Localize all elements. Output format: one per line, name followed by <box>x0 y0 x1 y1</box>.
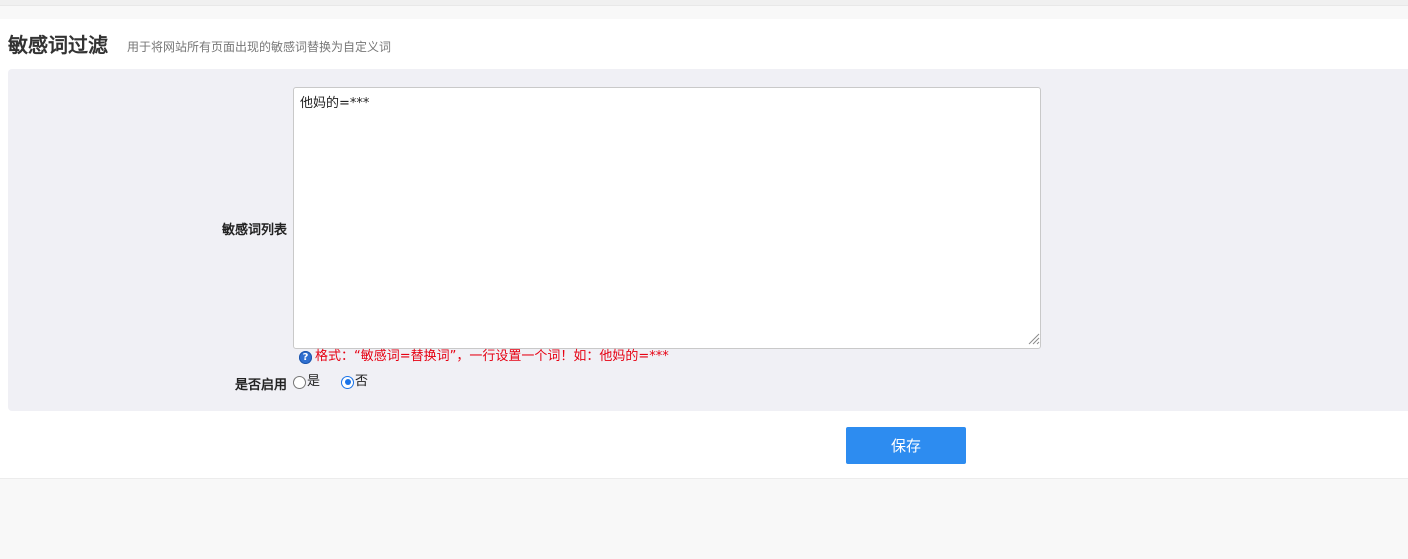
words-list-label: 敏感词列表 <box>221 223 287 238</box>
save-button[interactable]: 保存 <box>846 427 966 464</box>
top-bar <box>0 0 1408 6</box>
format-hint-text: 格式：“敏感词=替换词”，一行设置一个词！如：他妈的=*** <box>315 349 669 364</box>
radio-yes-label: 是 <box>307 374 321 389</box>
enable-label: 是否启用 <box>234 378 287 393</box>
sensitive-words-form: 敏感词列表 他妈的=*** ? 格式：“敏感词=替换词”，一行设置一个词！如：他… <box>8 69 1408 411</box>
format-hint: ? 格式：“敏感词=替换词”，一行设置一个词！如：他妈的=*** <box>299 349 669 365</box>
radio-no-label: 否 <box>355 374 369 389</box>
page-title: 敏感词过滤 <box>8 33 108 57</box>
radio-yes[interactable]: 是 <box>293 374 320 390</box>
page-subtitle: 用于将网站所有页面出现的敏感词替换为自定义词 <box>127 40 392 54</box>
enable-radio-group: 是 否 <box>293 374 368 390</box>
settings-panel: 敏感词过滤 用于将网站所有页面出现的敏感词替换为自定义词 敏感词列表 他妈的=*… <box>0 19 1408 479</box>
resize-handle-icon[interactable] <box>1026 331 1040 345</box>
radio-no[interactable]: 否 <box>341 374 368 390</box>
words-list-textarea[interactable]: 他妈的=*** <box>293 87 1041 349</box>
radio-no-circle[interactable] <box>341 375 355 389</box>
radio-yes-circle[interactable] <box>293 375 306 389</box>
question-icon: ? <box>299 350 312 364</box>
